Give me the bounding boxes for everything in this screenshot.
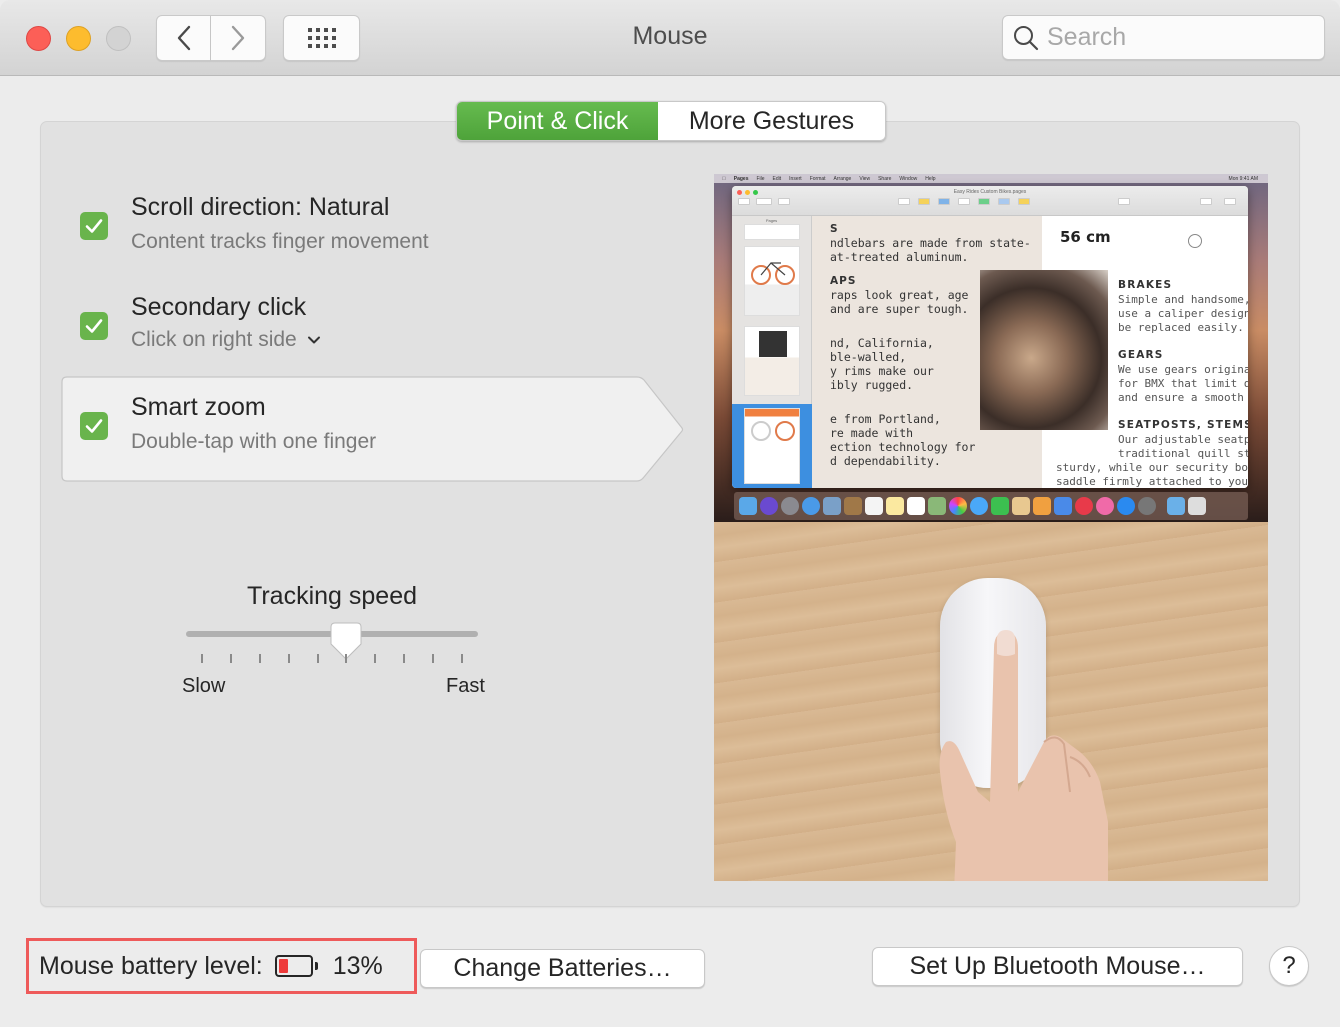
checkmark-icon xyxy=(85,219,103,233)
preview-doc-line: ection technology for xyxy=(830,440,976,454)
secondary-click-checkbox[interactable] xyxy=(80,312,108,340)
slider-tick xyxy=(316,654,319,663)
slider-tick xyxy=(461,654,463,663)
fast-label: Fast xyxy=(446,675,485,697)
search-icon xyxy=(1014,25,1039,50)
tab-point-and-click[interactable]: Point & Click xyxy=(457,102,658,140)
tracking-speed-label: Tracking speed xyxy=(247,582,417,610)
battery-percent: 13% xyxy=(332,951,383,980)
preview-doc-line: d dependability. xyxy=(830,454,941,468)
preview-screen:  Pages File Edit Insert Format Arrange … xyxy=(714,174,1268,522)
preview-doc-line: S xyxy=(830,223,839,235)
battery-icon xyxy=(274,955,318,977)
tracking-speed-slider[interactable] xyxy=(186,620,478,670)
scroll-direction-checkbox[interactable] xyxy=(80,212,108,240)
slider-tick xyxy=(403,654,406,663)
smart-zoom-checkbox[interactable] xyxy=(80,412,108,440)
search-input[interactable] xyxy=(1047,23,1317,52)
slider-tick xyxy=(374,654,377,663)
option-title: Secondary click xyxy=(131,293,307,321)
preview-doc-line: ndlebars are made from state- xyxy=(830,236,1031,250)
gesture-preview-video:  Pages File Edit Insert Format Arrange … xyxy=(714,174,1268,881)
secondary-click-value: Click on right side xyxy=(131,328,297,351)
secondary-click-dropdown[interactable]: Click on right side xyxy=(131,328,321,352)
preview-menubar:  Pages File Edit Insert Format Arrange … xyxy=(714,174,1268,183)
change-batteries-button[interactable]: Change Batteries… xyxy=(420,949,705,988)
option-smart-zoom[interactable]: Smart zoom Double-tap with one finger xyxy=(80,390,680,470)
slider-tick xyxy=(345,654,348,663)
slider-tick xyxy=(201,654,203,663)
checkmark-icon xyxy=(85,419,103,433)
battery-level-indicator: Mouse battery level: 13% xyxy=(26,938,417,994)
preview-dock xyxy=(734,492,1248,520)
slider-tick xyxy=(432,654,435,663)
option-title: Scroll direction: Natural xyxy=(131,193,390,221)
slow-label: Slow xyxy=(182,675,226,697)
option-subtitle: Content tracks finger movement xyxy=(131,230,429,253)
option-subtitle: Double-tap with one finger xyxy=(131,430,377,453)
help-button[interactable]: ? xyxy=(1269,946,1309,986)
preview-desk xyxy=(714,522,1268,881)
option-title: Smart zoom xyxy=(131,393,266,421)
title-bar: Mouse xyxy=(0,0,1340,76)
slider-tick xyxy=(258,654,261,663)
preview-gears-photo xyxy=(980,270,1108,430)
option-secondary-click[interactable]: Secondary click Click on right side xyxy=(80,290,680,370)
preview-pages-window: Easy Rides Custom Bikes.pages Pages Sndl… xyxy=(732,186,1248,488)
preview-doc-line: at-treated aluminum. xyxy=(830,250,969,264)
slider-tick xyxy=(229,654,232,663)
tab-more-gestures[interactable]: More Gestures xyxy=(658,102,885,140)
battery-level-label: Mouse battery level: xyxy=(39,951,263,980)
chevron-down-icon xyxy=(307,336,320,344)
search-field[interactable] xyxy=(1002,15,1325,60)
tab-bar: Point & Click More Gestures xyxy=(456,101,886,141)
hand-image xyxy=(939,630,1108,881)
slider-tick xyxy=(287,654,290,663)
checkmark-icon xyxy=(85,319,103,333)
setup-bluetooth-mouse-button[interactable]: Set Up Bluetooth Mouse… xyxy=(872,947,1243,986)
option-scroll-direction[interactable]: Scroll direction: Natural Content tracks… xyxy=(80,190,680,270)
